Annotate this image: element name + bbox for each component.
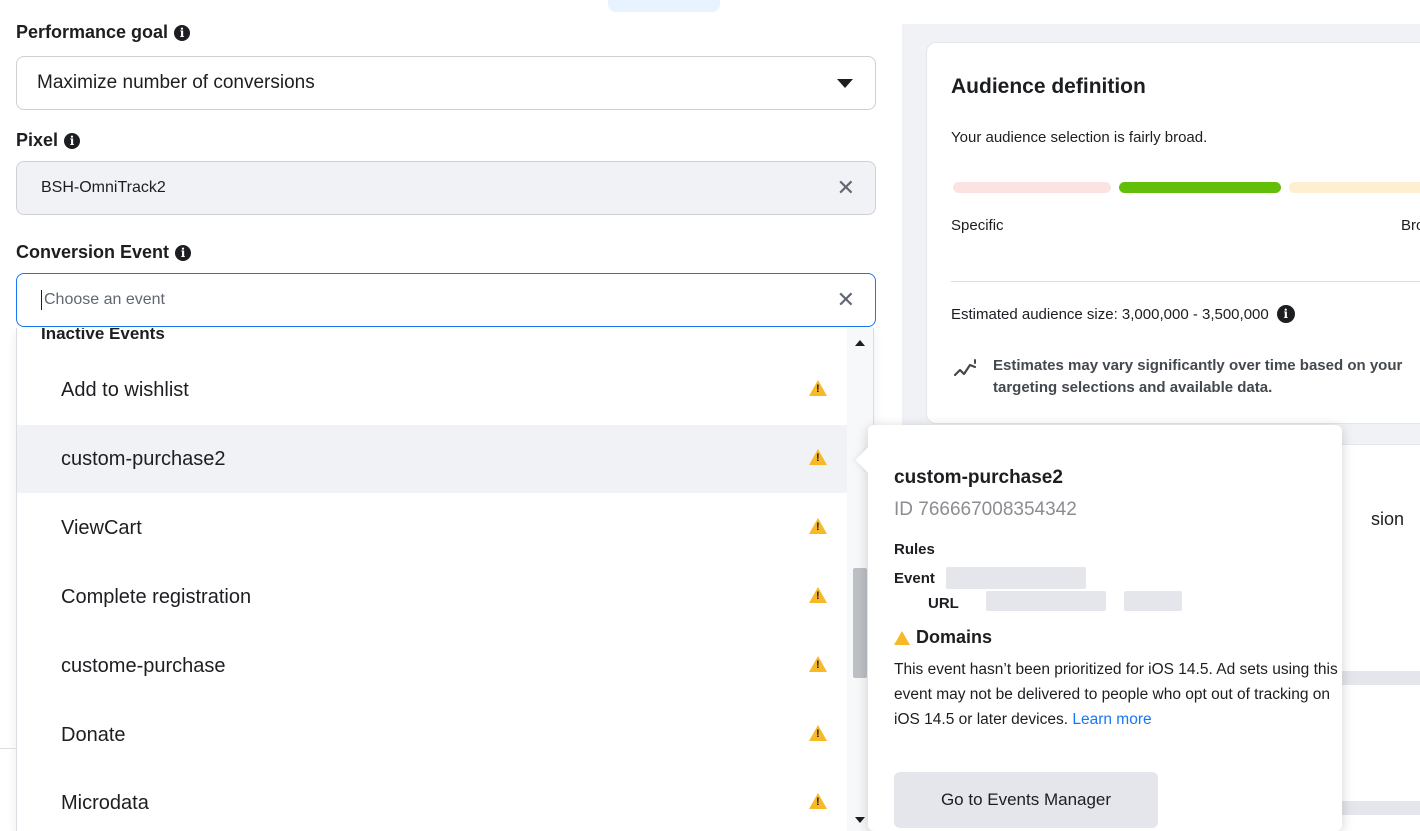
performance-goal-label: Performance goal i	[16, 22, 191, 43]
dropdown-item-label: custome-purchase	[61, 654, 226, 677]
meter-segment-specific	[953, 182, 1111, 193]
close-icon[interactable]: ✕	[837, 288, 855, 312]
warning-icon	[809, 587, 827, 603]
performance-goal-select[interactable]: Maximize number of conversions	[16, 56, 876, 110]
conversion-event-label: Conversion Event i	[16, 242, 192, 263]
text-cursor	[41, 290, 42, 310]
meter-specific-label: Specific	[951, 217, 1004, 234]
pixel-field[interactable]: BSH-OmniTrack2 ✕	[16, 161, 876, 215]
warning-icon	[809, 725, 827, 741]
dropdown-item-label: Donate	[61, 723, 126, 746]
tooltip-body: This event hasn’t been prioritized for i…	[894, 657, 1340, 732]
warning-icon	[809, 449, 827, 465]
info-icon[interactable]: i	[1276, 305, 1295, 323]
warning-icon	[894, 630, 910, 645]
tooltip-rules-label: Rules	[894, 541, 935, 558]
pixel-label-text: Pixel	[16, 130, 59, 150]
performance-goal-value: Maximize number of conversions	[37, 72, 315, 93]
estimate-note: Estimates may vary significantly over ti…	[993, 357, 1403, 396]
meter-segment-current	[1119, 182, 1281, 193]
tooltip-domains-label: Domains	[916, 627, 993, 647]
dropdown-item[interactable]: Donate	[17, 701, 849, 769]
pixel-label: Pixel i	[16, 130, 81, 151]
info-icon[interactable]: i	[175, 244, 192, 261]
divider	[0, 748, 16, 766]
warning-icon	[809, 793, 827, 809]
conversion-event-placeholder: Choose an event	[44, 291, 165, 308]
trend-icon	[953, 359, 977, 377]
go-to-events-manager-button[interactable]: Go to Events Manager	[894, 772, 1158, 828]
warning-icon	[809, 656, 827, 672]
dropdown-item[interactable]: Add to wishlist	[17, 356, 849, 424]
dropdown-item-label: custom-purchase2	[61, 447, 226, 470]
divider	[951, 281, 1420, 282]
conversion-event-input[interactable]: Choose an event ✕	[16, 273, 876, 327]
event-details-tooltip: custom-purchase2 ID 766667008354342 Rule…	[855, 425, 1342, 831]
conversion-event-label-text: Conversion Event	[16, 242, 170, 262]
tooltip-event-id: ID 766667008354342	[894, 499, 1077, 520]
warning-icon	[809, 518, 827, 534]
audience-title: Audience definition	[951, 75, 1146, 98]
dropdown-item[interactable]: ViewCart	[17, 494, 849, 562]
dropdown-item[interactable]: Complete registration	[17, 563, 849, 631]
event-dropdown: Inactive Events Add to wishlist custom-p…	[16, 328, 874, 831]
performance-goal-label-text: Performance goal	[16, 22, 169, 42]
tooltip-title: custom-purchase2	[894, 467, 1063, 488]
scroll-up-arrow-icon[interactable]	[855, 340, 865, 346]
dropdown-item-label: ViewCart	[61, 516, 142, 539]
info-icon[interactable]: i	[64, 132, 81, 149]
meter-segment-broad	[1289, 182, 1420, 193]
audience-definition-card: Audience definition Your audience select…	[926, 42, 1420, 424]
dropdown-item[interactable]: Microdata	[17, 769, 849, 831]
learn-more-link[interactable]: Learn more	[1072, 711, 1151, 728]
meter-broad-label: Bro	[1401, 217, 1420, 234]
audience-subtitle: Your audience selection is fairly broad.	[951, 129, 1208, 146]
redacted-block	[946, 567, 1086, 589]
scroll-down-arrow-icon[interactable]	[855, 817, 865, 823]
dropdown-item[interactable]: custome-purchase	[17, 632, 849, 700]
chevron-down-icon[interactable]	[837, 79, 853, 88]
scrollbar-thumb[interactable]	[853, 568, 867, 678]
estimate-text: Estimated audience size: 3,000,000 - 3,5…	[951, 305, 1269, 323]
dropdown-item-label: Microdata	[61, 791, 149, 814]
estimated-audience-size: Estimated audience size: 3,000,000 - 3,5…	[951, 305, 1295, 323]
tooltip-event-label: Event	[894, 570, 935, 587]
warning-icon	[809, 380, 827, 396]
tooltip-url-label: URL	[928, 595, 959, 612]
pixel-value: BSH-OmniTrack2	[41, 179, 166, 196]
dropdown-section-header: Inactive Events	[41, 328, 165, 343]
dropdown-item-label: Add to wishlist	[61, 378, 189, 401]
top-tab-indicator	[608, 0, 720, 12]
close-icon[interactable]: ✕	[837, 176, 855, 200]
redacted-block	[986, 591, 1106, 611]
info-icon[interactable]: i	[174, 24, 191, 41]
dropdown-item[interactable]: custom-purchase2	[17, 425, 849, 493]
tooltip-domains-heading: Domains	[894, 627, 992, 648]
redacted-block	[1124, 591, 1182, 611]
dropdown-item-label: Complete registration	[61, 585, 252, 608]
secondary-card-text: sion	[1371, 509, 1405, 529]
